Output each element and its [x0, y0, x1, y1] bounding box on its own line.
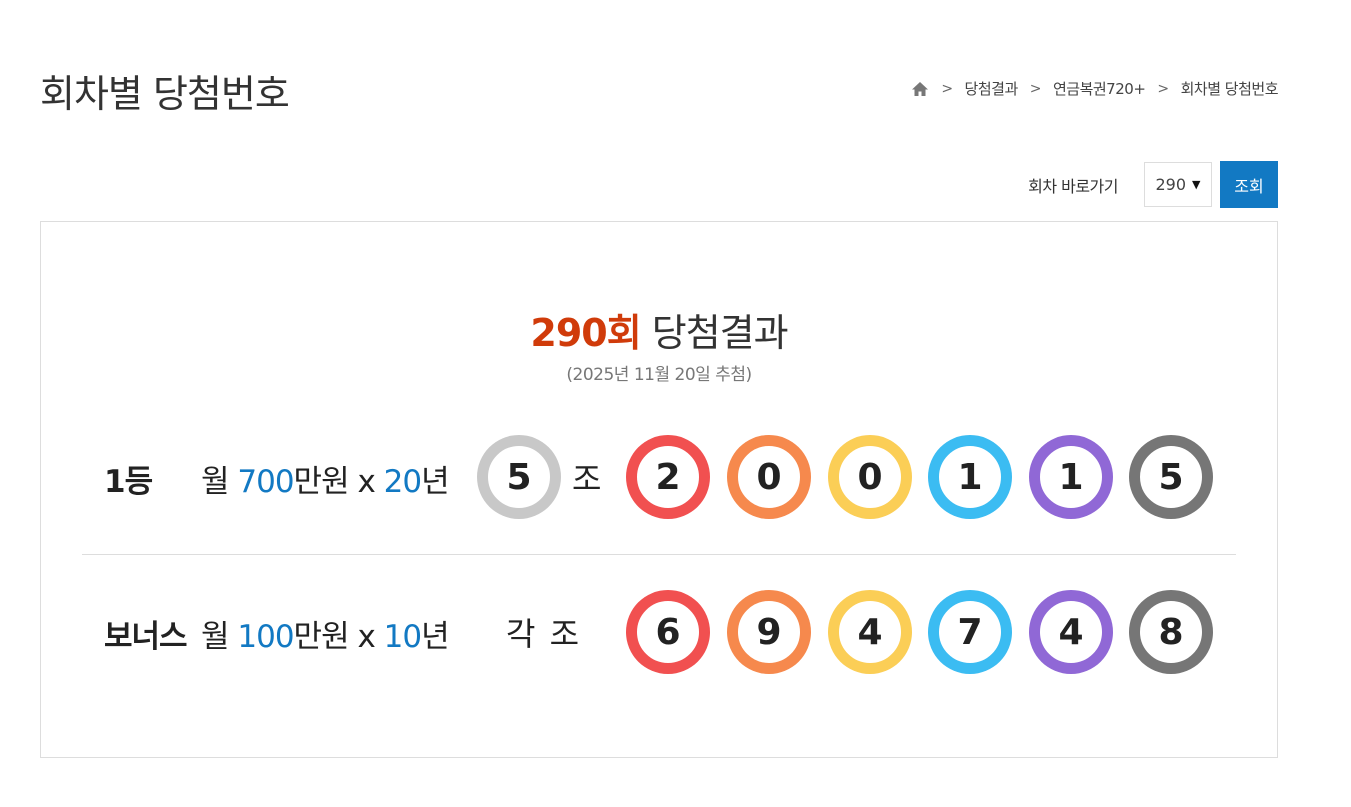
each-group-label: 각 조: [506, 615, 582, 653]
rank-label: 1등: [104, 464, 153, 500]
ball-digit: 1: [937, 444, 1003, 510]
number-ball: 0: [828, 435, 912, 519]
first-prize-row: 1등 월 700만원 x 20년 5 조 2 0 0 1 1 5: [41, 432, 1277, 522]
prize-suffix: 년: [421, 619, 450, 655]
prize-suffix: 년: [421, 464, 450, 500]
draw-date: (2025년 11월 20일 추첨): [566, 365, 752, 385]
number-ball: 1: [928, 435, 1012, 519]
prize-mid: 만원 x: [293, 619, 384, 655]
page-title: 회차별 당첨번호: [40, 72, 290, 116]
prize-mid: 만원 x: [293, 464, 384, 500]
ball-digit: 0: [736, 444, 802, 510]
number-ball: 0: [727, 435, 811, 519]
ball-digit: 2: [635, 444, 701, 510]
ball-digit: 8: [1138, 599, 1204, 665]
prize-amount: 월 100만원 x 10년: [201, 611, 450, 656]
group-ball: 5: [477, 435, 561, 519]
breadcrumb-item-pension[interactable]: 연금복권720+: [1053, 78, 1146, 99]
group-label: 조: [572, 460, 602, 498]
prize-years-value: 10: [383, 619, 422, 655]
number-ball: 9: [727, 590, 811, 674]
ball-digit: 4: [1038, 599, 1104, 665]
ball-digit: 0: [837, 444, 903, 510]
chevron-right-icon: >: [941, 80, 953, 97]
ball-digit: 7: [937, 599, 1003, 665]
number-ball: 1: [1029, 435, 1113, 519]
round-number: 290회: [530, 311, 641, 355]
number-ball: 4: [1029, 590, 1113, 674]
chevron-right-icon: >: [1029, 80, 1042, 97]
ball-digit: 4: [837, 599, 903, 665]
row-divider: [82, 554, 1236, 555]
result-title: 290회 당첨결과: [41, 302, 1277, 357]
round-select-value: 290: [1155, 175, 1187, 194]
number-ball: 4: [828, 590, 912, 674]
breadcrumb-item-current: 회차별 당첨번호: [1180, 80, 1279, 98]
prize-amount: 월 700만원 x 20년: [201, 456, 450, 501]
ball-digit: 1: [1038, 444, 1104, 510]
prize-prefix: 월: [201, 619, 238, 655]
search-button[interactable]: 조회: [1220, 161, 1278, 208]
breadcrumb: > 당첨결과 > 연금복권720+ > 회차별 당첨번호: [911, 78, 1279, 99]
number-ball: 8: [1129, 590, 1213, 674]
number-ball: 7: [928, 590, 1012, 674]
prize-prefix: 월: [201, 464, 238, 500]
round-jump-label: 회차 바로가기: [1028, 176, 1118, 196]
number-ball: 6: [626, 590, 710, 674]
bonus-prize-row: 보너스 월 100만원 x 10년 각 조 6 9 4 7 4 8: [41, 587, 1277, 677]
number-ball: 5: [1129, 435, 1213, 519]
round-select[interactable]: 290 ▼: [1144, 162, 1212, 207]
group-ball-number: 5: [486, 444, 552, 510]
ball-digit: 6: [635, 599, 701, 665]
chevron-right-icon: >: [1157, 80, 1169, 97]
breadcrumb-item-results[interactable]: 당첨결과: [965, 78, 1019, 99]
caret-down-icon: ▼: [1192, 178, 1201, 191]
home-icon[interactable]: [911, 81, 929, 97]
ball-digit: 9: [736, 599, 802, 665]
ball-digit: 5: [1138, 444, 1204, 510]
round-jump: 회차 바로가기 290 ▼ 조회: [1028, 161, 1278, 208]
prize-years-value: 20: [383, 464, 422, 500]
number-ball: 2: [626, 435, 710, 519]
prize-amount-value: 100: [237, 619, 294, 655]
prize-amount-value: 700: [237, 464, 294, 500]
result-title-suffix: 당첨결과: [651, 311, 789, 355]
result-panel: 290회 당첨결과 (2025년 11월 20일 추첨) 1등 월 700만원 …: [40, 221, 1278, 758]
rank-label: 보너스: [104, 619, 188, 655]
